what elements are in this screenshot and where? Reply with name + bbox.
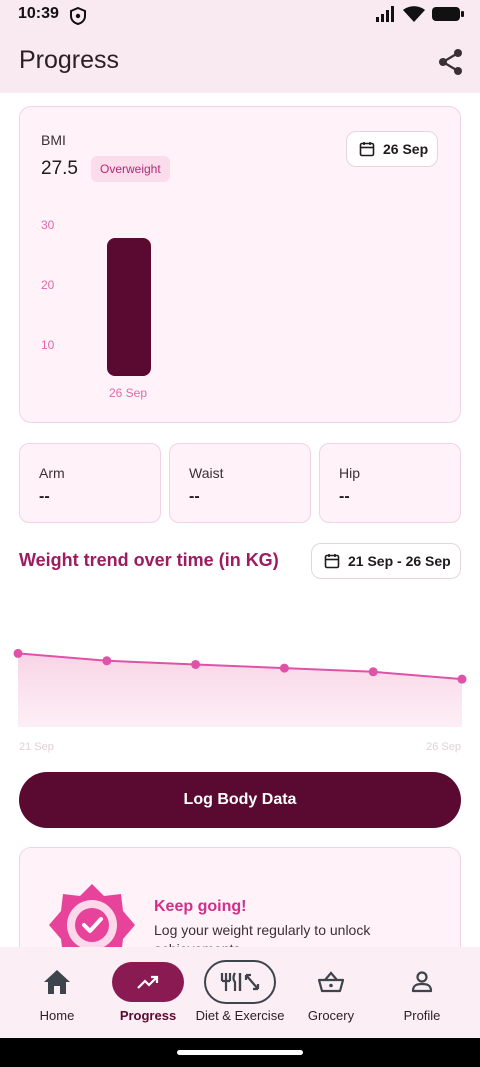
nav-home-label: Home <box>39 1008 75 1023</box>
trend-area <box>18 653 462 727</box>
nav-diet-exercise-label: Diet & Exercise <box>195 1008 285 1023</box>
battery-icon <box>432 7 464 21</box>
bmi-y-tick: 30 <box>41 218 55 232</box>
nav-profile-label: Profile <box>403 1008 441 1023</box>
trend-point <box>191 659 201 669</box>
bmi-date-button[interactable]: 26 Sep <box>346 131 438 167</box>
status-time: 10:39 <box>18 5 59 22</box>
app-bar: Progress <box>0 30 480 93</box>
hip-value: -- <box>339 488 350 505</box>
shield-icon <box>70 7 86 25</box>
trend-point <box>13 648 23 658</box>
trend-x-end: 26 Sep <box>426 741 461 753</box>
weight-trend-title: Weight trend over time (in KG) <box>19 550 279 570</box>
home-icon <box>44 970 70 994</box>
nav-diet-exercise[interactable]: Diet & Exercise <box>192 947 288 1038</box>
nav-profile[interactable]: Profile <box>374 947 470 1038</box>
waist-value: -- <box>189 488 200 505</box>
nav-home[interactable]: Home <box>9 947 105 1038</box>
bottom-navigation: Home Progress Diet & Exercise Grocery Pr… <box>0 947 480 1038</box>
bmi-category-badge: Overweight <box>91 156 170 182</box>
signal-icon <box>376 6 394 22</box>
arm-card[interactable]: Arm -- <box>19 443 161 523</box>
log-body-data-button[interactable]: Log Body Data <box>19 772 461 828</box>
basket-icon <box>318 971 344 993</box>
trend-x-start: 21 Sep <box>19 741 54 753</box>
person-icon <box>411 971 433 993</box>
trend-point <box>279 663 289 673</box>
bmi-bar <box>107 237 151 376</box>
status-bar: 10:39 <box>0 0 480 30</box>
hip-label: Hip <box>339 465 361 481</box>
waist-card[interactable]: Waist -- <box>169 443 311 523</box>
bmi-y-tick: 10 <box>41 338 55 352</box>
bmi-y-tick: 20 <box>41 278 55 292</box>
diet-exercise-icon <box>220 972 260 991</box>
gesture-bar <box>0 1038 480 1067</box>
bmi-value: 27.5 <box>41 158 78 179</box>
wifi-icon <box>403 6 425 22</box>
bmi-label: BMI <box>41 132 66 148</box>
weight-trend-chart: 21 Sep 26 Sep <box>13 648 467 753</box>
trend-point <box>457 674 467 684</box>
trend-date-range-label: 21 Sep - 26 Sep <box>348 553 451 569</box>
trend-point <box>102 656 112 666</box>
hip-card[interactable]: Hip -- <box>319 443 461 523</box>
bmi-card: BMI 27.5 Overweight 26 Sep 30 20 10 26 S… <box>19 106 461 423</box>
share-icon[interactable] <box>436 47 466 77</box>
page-title: Progress <box>19 46 120 74</box>
nav-grocery-label: Grocery <box>307 1008 355 1023</box>
trending-up-icon <box>137 975 159 989</box>
trend-point <box>368 667 378 677</box>
arm-value: -- <box>39 488 50 505</box>
waist-label: Waist <box>189 465 224 481</box>
achievement-title: Keep going! <box>154 898 247 915</box>
nav-grocery[interactable]: Grocery <box>283 947 379 1038</box>
bmi-date-label: 26 Sep <box>383 141 429 157</box>
bmi-bar-label: 26 Sep <box>109 386 148 400</box>
arm-label: Arm <box>39 465 65 481</box>
nav-progress[interactable]: Progress <box>100 947 196 1038</box>
home-gesture-handle[interactable] <box>177 1050 303 1055</box>
calendar-icon <box>324 554 340 569</box>
calendar-icon <box>359 142 375 157</box>
trend-date-range-button[interactable]: 21 Sep - 26 Sep <box>311 543 461 579</box>
nav-progress-label: Progress <box>119 1008 177 1023</box>
